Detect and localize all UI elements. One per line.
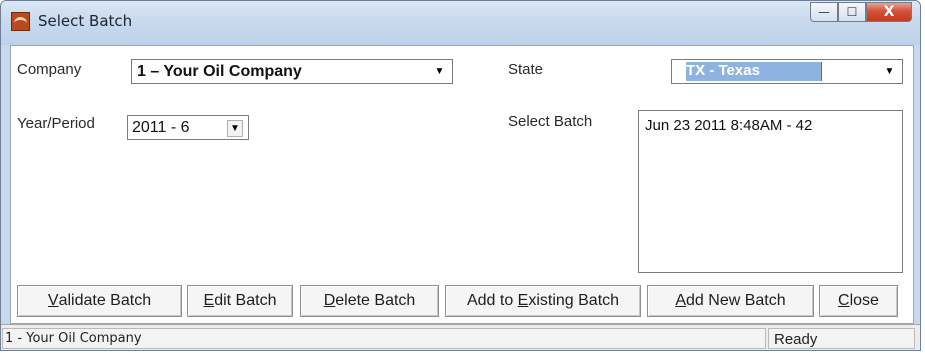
company-label: Company — [17, 61, 82, 78]
add-to-existing-batch-button[interactable]: Add to Existing Batch — [445, 285, 641, 317]
close-window-button[interactable]: X — [866, 2, 912, 22]
app-icon[interactable] — [11, 12, 30, 31]
close-access-key: C — [838, 292, 850, 309]
close-button[interactable]: Close — [819, 285, 898, 317]
batch-listbox[interactable]: Jun 23 2011 8:48AM - 42 — [638, 110, 903, 273]
year-period-select[interactable]: 2011 - 6 ▼ — [127, 115, 249, 140]
add-new-batch-button[interactable]: Add New Batch — [647, 285, 814, 317]
year-period-select-value: 2011 - 6 — [132, 119, 190, 136]
add-existing-access-key: E — [517, 292, 529, 309]
state-label: State — [508, 61, 544, 78]
edit-batch-button[interactable]: Edit Batch — [187, 285, 293, 317]
company-select-value: 1 – Your Oil Company — [137, 63, 302, 80]
title-bar[interactable]: Select Batch — ☐ X — [1, 1, 920, 45]
state-select-value: TX - Texas — [686, 62, 822, 81]
state-select[interactable]: TX - Texas ▼ — [671, 59, 903, 84]
batch-list-item[interactable]: Jun 23 2011 8:48AM - 42 — [645, 117, 812, 134]
status-company-text: 1 - Your Oil Company — [5, 331, 142, 346]
validate-batch-button[interactable]: Validate Batch — [17, 285, 182, 317]
minimize-button[interactable]: — — [810, 2, 838, 22]
form-panel: Company 1 – Your Oil Company ▼ State TX … — [10, 45, 914, 324]
status-bar: 1 - Your Oil Company Ready — [1, 324, 920, 350]
chevron-down-icon[interactable]: ▼ — [881, 63, 898, 80]
status-ready-panel: Ready — [768, 328, 915, 349]
maximize-button[interactable]: ☐ — [838, 2, 866, 22]
window-title: Select Batch — [38, 12, 133, 30]
delete-batch-button[interactable]: Delete Batch — [300, 285, 439, 317]
status-ready-text: Ready — [774, 331, 818, 348]
select-batch-window: Select Batch — ☐ X Company 1 – Your Oil … — [0, 0, 921, 351]
select-batch-label: Select Batch — [508, 113, 593, 130]
validate-access-key: V — [47, 292, 59, 309]
chevron-down-icon[interactable]: ▼ — [227, 120, 243, 137]
edit-access-key: E — [203, 292, 215, 309]
caption-buttons: — ☐ X — [810, 2, 912, 24]
company-select[interactable]: 1 – Your Oil Company ▼ — [131, 59, 453, 84]
delete-access-key: D — [323, 292, 336, 309]
status-company-panel: 1 - Your Oil Company — [2, 328, 766, 349]
add-new-access-key: A — [675, 292, 687, 309]
chevron-down-icon[interactable]: ▼ — [431, 63, 448, 80]
year-period-label: Year/Period — [17, 115, 95, 132]
